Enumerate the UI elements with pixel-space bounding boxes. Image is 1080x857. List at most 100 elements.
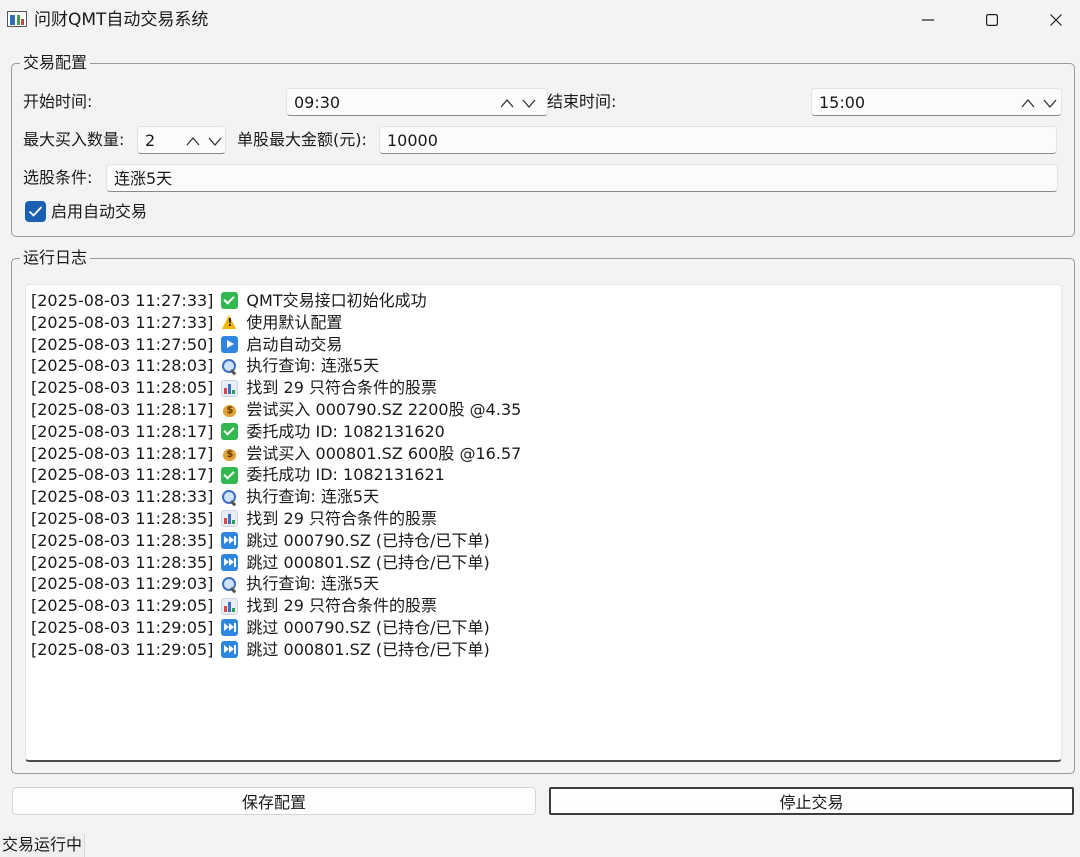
chevron-down-icon xyxy=(208,137,222,146)
log-entry: [2025-08-03 11:28:17] 尝试买入 000801.SZ 600股… xyxy=(26,443,1061,465)
chart-icon xyxy=(221,597,239,615)
title-bar[interactable]: 问财QMT自动交易系统 xyxy=(0,0,1080,40)
log-entry: [2025-08-03 11:28:17] 委托成功 ID: 1082131620 xyxy=(26,421,1061,443)
max-amount-input[interactable]: 10000 xyxy=(379,126,1057,154)
run-log-group: 运行日志 [2025-08-03 11:27:33] QMT交易接口初始化成功 [2… xyxy=(11,248,1075,774)
play-icon xyxy=(221,335,239,353)
log-entry: [2025-08-03 11:29:05] 跳过 000790.SZ (已持仓/已… xyxy=(26,617,1061,639)
chevron-up-icon xyxy=(500,99,514,108)
log-timestamp: [2025-08-03 11:29:05] xyxy=(31,617,214,637)
log-entry: [2025-08-03 11:28:35] 跳过 000801.SZ (已持仓/已… xyxy=(26,552,1061,574)
log-entry: [2025-08-03 11:28:17] 委托成功 ID: 1082131621 xyxy=(26,464,1061,486)
minimize-button[interactable] xyxy=(898,0,958,40)
log-timestamp: [2025-08-03 11:28:17] xyxy=(31,421,214,441)
log-entry: [2025-08-03 11:28:35] 跳过 000790.SZ (已持仓/已… xyxy=(26,530,1061,552)
log-timestamp: [2025-08-03 11:27:33] xyxy=(31,312,214,332)
log-timestamp: [2025-08-03 11:27:33] xyxy=(31,291,214,310)
start-time-stepper[interactable] xyxy=(499,96,539,110)
log-message: 跳过 000801.SZ (已持仓/已下单) xyxy=(246,552,490,572)
money-bag-icon xyxy=(221,445,238,462)
fast-forward-icon xyxy=(221,641,239,659)
warning-icon xyxy=(221,314,238,331)
max-buy-spinbox[interactable]: 2 xyxy=(137,126,226,154)
fast-forward-icon xyxy=(221,619,239,637)
log-entry: [2025-08-03 11:28:17] 尝试买入 000790.SZ 2200… xyxy=(26,399,1061,421)
max-amount-label: 单股最大金额(元): xyxy=(237,130,367,149)
log-message: 找到 29 只符合条件的股票 xyxy=(246,508,437,528)
search-icon xyxy=(221,489,238,506)
condition-value: 连涨5天 xyxy=(114,169,173,188)
log-entry: [2025-08-03 11:28:33] 执行查询: 连涨5天 xyxy=(26,486,1061,508)
end-time-spinbox[interactable]: 15:00 xyxy=(811,88,1062,116)
log-entry: [2025-08-03 11:27:50] 启动自动交易 xyxy=(26,334,1061,356)
chevron-down-icon xyxy=(522,99,536,108)
log-message: 执行查询: 连涨5天 xyxy=(246,574,380,594)
maximize-icon xyxy=(986,14,998,26)
trading-config-group: 交易配置 开始时间: 09:30 结束时间: 15:00 最大买入数量: 2 单… xyxy=(11,53,1075,237)
check-icon xyxy=(221,466,239,484)
maximize-button[interactable] xyxy=(962,0,1022,40)
log-message: 执行查询: 连涨5天 xyxy=(246,356,380,376)
start-time-spinbox[interactable]: 09:30 xyxy=(286,88,548,116)
log-timestamp: [2025-08-03 11:29:05] xyxy=(31,596,214,616)
log-message: 找到 29 只符合条件的股票 xyxy=(246,378,437,398)
chart-icon xyxy=(221,510,239,528)
auto-trade-label[interactable]: 启用自动交易 xyxy=(51,201,147,223)
condition-label: 选股条件: xyxy=(23,168,93,187)
log-entry: [2025-08-03 11:28:03] 执行查询: 连涨5天 xyxy=(26,355,1061,377)
log-message: 委托成功 ID: 1082131621 xyxy=(246,465,445,485)
close-button[interactable] xyxy=(1026,0,1080,40)
fast-forward-icon xyxy=(221,553,239,571)
auto-trade-checkbox[interactable] xyxy=(25,201,46,222)
check-icon xyxy=(221,292,239,310)
log-message: QMT交易接口初始化成功 xyxy=(246,291,427,310)
log-message: 尝试买入 000790.SZ 2200股 @4.35 xyxy=(246,399,522,419)
window-title: 问财QMT自动交易系统 xyxy=(34,10,209,30)
log-timestamp: [2025-08-03 11:28:17] xyxy=(31,465,214,485)
log-timestamp: [2025-08-03 11:28:05] xyxy=(31,378,214,398)
money-bag-icon xyxy=(221,401,238,418)
log-message: 跳过 000790.SZ (已持仓/已下单) xyxy=(246,530,490,550)
log-timestamp: [2025-08-03 11:28:35] xyxy=(31,530,214,550)
log-entry: [2025-08-03 11:29:05] 跳过 000801.SZ (已持仓/已… xyxy=(26,639,1061,661)
save-config-button[interactable]: 保存配置 xyxy=(12,787,536,815)
max-buy-stepper[interactable] xyxy=(185,134,225,148)
status-bar-text: 交易运行中 xyxy=(0,833,86,857)
log-timestamp: [2025-08-03 11:27:50] xyxy=(31,334,214,354)
checkmark-icon xyxy=(28,206,43,217)
log-entry: [2025-08-03 11:27:33] QMT交易接口初始化成功 xyxy=(26,290,1061,312)
log-entry: [2025-08-03 11:28:35] 找到 29 只符合条件的股票 xyxy=(26,508,1061,530)
condition-input[interactable]: 连涨5天 xyxy=(106,164,1058,192)
chevron-down-icon xyxy=(1043,99,1057,108)
log-message: 跳过 000801.SZ (已持仓/已下单) xyxy=(246,639,490,659)
end-time-label: 结束时间: xyxy=(547,92,617,111)
start-time-label: 开始时间: xyxy=(23,92,93,111)
max-buy-label: 最大买入数量: xyxy=(23,130,125,149)
start-time-value: 09:30 xyxy=(294,93,341,112)
log-timestamp: [2025-08-03 11:28:03] xyxy=(31,356,214,376)
fast-forward-icon xyxy=(221,532,239,550)
end-time-value: 15:00 xyxy=(819,93,866,112)
stop-trading-button[interactable]: 停止交易 xyxy=(549,787,1074,815)
close-icon xyxy=(1050,14,1062,26)
log-message: 找到 29 只符合条件的股票 xyxy=(246,596,437,616)
log-message: 使用默认配置 xyxy=(246,312,343,332)
chevron-up-icon xyxy=(1021,99,1035,108)
max-buy-value: 2 xyxy=(145,131,156,150)
log-entry: [2025-08-03 11:27:33] 使用默认配置 xyxy=(26,312,1061,334)
end-time-stepper[interactable] xyxy=(1020,96,1060,110)
log-message: 跳过 000790.SZ (已持仓/已下单) xyxy=(246,617,490,637)
log-timestamp: [2025-08-03 11:29:05] xyxy=(31,639,214,659)
log-group-title: 运行日志 xyxy=(20,248,91,268)
log-textarea[interactable]: [2025-08-03 11:27:33] QMT交易接口初始化成功 [2025-0… xyxy=(25,284,1062,762)
log-entry: [2025-08-03 11:29:05] 找到 29 只符合条件的股票 xyxy=(26,595,1061,617)
log-timestamp: [2025-08-03 11:29:03] xyxy=(31,574,214,594)
log-timestamp: [2025-08-03 11:28:35] xyxy=(31,508,214,528)
max-amount-value: 10000 xyxy=(387,131,438,150)
chart-app-icon xyxy=(7,11,27,27)
log-message: 委托成功 ID: 1082131620 xyxy=(246,421,445,441)
search-icon xyxy=(221,576,238,593)
search-icon xyxy=(221,358,238,375)
config-group-title: 交易配置 xyxy=(20,53,91,73)
log-timestamp: [2025-08-03 11:28:17] xyxy=(31,443,214,463)
